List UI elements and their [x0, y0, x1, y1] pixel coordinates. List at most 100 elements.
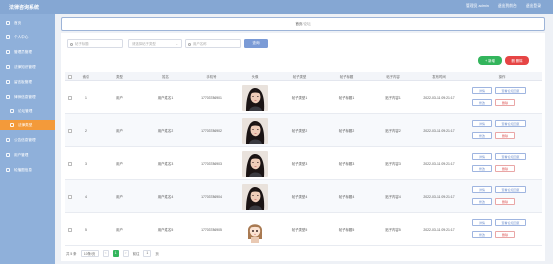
row-select-cell[interactable] [65, 114, 75, 147]
current-page[interactable]: 1 [112, 249, 119, 257]
table-row[interactable]: 5 用户 用户姓名5 17703786905 帖子类型5 帖子标题5 贴子内容5 2022-0… [65, 213, 542, 246]
row-delete-button[interactable]: 删除 [495, 132, 515, 139]
avatar-cell [234, 180, 276, 213]
table-header: 索引 类型 姓名 手机号 头像 帖子类型 帖子标题 帖子内容 发布时间 操作 [65, 72, 542, 81]
edit-button[interactable]: 修改 [472, 165, 492, 172]
button-label: 修改 [478, 232, 485, 237]
view-replies-button[interactable]: 查看论坛回复 [495, 120, 526, 127]
row-select-cell[interactable] [65, 180, 75, 213]
page-size-select[interactable]: 10条/页 [80, 249, 99, 257]
sidebar-item-1[interactable]: 首页 [0, 18, 55, 28]
row-type: 用户 [116, 96, 123, 100]
post-type-select[interactable]: 请选择帖子类型 ⌄ [128, 39, 182, 48]
row-name: 用户姓名5 [157, 228, 174, 232]
prev-page-button[interactable]: < [102, 249, 109, 257]
add-button[interactable]: + 新增 [478, 56, 502, 65]
breadcrumb-current: 论坛 [303, 21, 311, 26]
row-name: 用户姓名2 [157, 129, 174, 133]
view-replies-button[interactable]: 查看论坛回复 [495, 153, 526, 160]
select-all-checkbox[interactable] [68, 74, 72, 79]
row-time: 2022-03-11 09:21:17 [423, 128, 455, 133]
sidebar-item-2[interactable]: 个人中心 [0, 32, 55, 42]
sidebar-item-3[interactable]: 管理员管理 [0, 47, 55, 57]
sidebar-item-7[interactable]: 论坛管理 [0, 106, 55, 116]
column-header: 手机号 [206, 75, 217, 79]
chevron-down-icon: ⌄ [175, 42, 178, 46]
row-post-title: 帖子标题3 [338, 162, 355, 166]
avatar [242, 84, 268, 111]
row-phone: 17703786903 [201, 161, 222, 166]
title-placeholder: 帖子标题 [75, 42, 89, 46]
detail-button[interactable]: 详情 [472, 87, 492, 94]
row-actions: 详情 查看论坛回复修改 删除 [472, 213, 532, 246]
view-replies-button[interactable]: 查看论坛回复 [495, 87, 526, 94]
row-select-cell[interactable] [65, 213, 75, 246]
detail-button[interactable]: 详情 [472, 219, 492, 226]
button-label: 修改 [478, 199, 485, 204]
forum-icon [10, 109, 14, 113]
sidebar-item-6[interactable]: 律师信息管理 [0, 92, 55, 102]
sidebar-item-10[interactable]: 用户管理 [0, 150, 55, 160]
button-label: 详情 [478, 187, 485, 192]
row-index: 4 [85, 194, 87, 199]
sidebar-item-11[interactable]: 轮播图信息 [0, 165, 55, 175]
table-row[interactable]: 2 用户 用户姓名2 17703786902 帖子类型2 帖子标题2 贴子内容2 2022-0… [65, 114, 542, 147]
row-delete-button[interactable]: 删除 [495, 231, 515, 238]
row-content: 贴子内容5 [385, 228, 401, 232]
row-select-cell[interactable] [65, 81, 75, 114]
edit-button[interactable]: 修改 [472, 198, 492, 205]
row-delete-button[interactable]: 删除 [495, 99, 515, 106]
detail-button[interactable]: 详情 [472, 153, 492, 160]
sidebar-item-label: 留言板管理 [14, 79, 32, 84]
title-search-input[interactable]: 帖子标题 [67, 39, 123, 48]
breadcrumb-home[interactable]: 首页 [295, 22, 302, 27]
row-checkbox[interactable] [68, 227, 72, 232]
goto-page-input[interactable]: 1 [143, 249, 152, 257]
table-row[interactable]: 4 用户 用户姓名4 17703786904 帖子类型4 帖子标题4 贴子内容4 2022-0… [65, 180, 542, 213]
book-icon [6, 65, 10, 69]
row-select-cell[interactable] [65, 147, 75, 180]
avatar-cell [234, 114, 276, 147]
row-delete-button[interactable]: 删除 [495, 198, 515, 205]
sidebar-item-5[interactable]: 留言板管理 [0, 77, 55, 87]
sidebar-item-8[interactable]: 法律类型 [0, 120, 55, 130]
row-type: 用户 [116, 129, 123, 133]
logout-link[interactable]: 退出登录 [526, 4, 541, 9]
table-row[interactable]: 3 用户 用户姓名3 17703786903 帖子类型3 帖子标题3 贴子内容3 2022-0… [65, 147, 542, 180]
select-all-header[interactable] [65, 72, 75, 81]
edit-button[interactable]: 修改 [472, 132, 492, 139]
row-checkbox[interactable] [68, 194, 72, 199]
button-label: 查看论坛回复 [501, 88, 520, 93]
button-label: 删除 [501, 100, 508, 105]
row-checkbox[interactable] [68, 161, 72, 166]
sidebar-item-4[interactable]: 法律知识管理 [0, 62, 55, 72]
row-index: 3 [85, 161, 87, 166]
search-icon [188, 42, 191, 46]
table-row[interactable]: 1 用户 用户姓名1 17703786901 帖子类型1 帖子标题1 贴子内容1 2022-0… [65, 81, 542, 114]
page-unit: 页 [155, 251, 159, 256]
delete-button[interactable]: 删 删除 [505, 56, 529, 65]
avatar-cell [234, 213, 276, 246]
username-search-input[interactable]: 用户名称 [185, 39, 241, 48]
edit-button[interactable]: 修改 [472, 231, 492, 238]
avatar-cell [234, 81, 276, 114]
query-button[interactable]: 查询 [244, 39, 268, 48]
sidebar-item-label: 律师信息管理 [14, 94, 36, 99]
view-replies-button[interactable]: 查看论坛回复 [495, 186, 526, 193]
edit-button[interactable]: 修改 [472, 99, 492, 106]
front-link[interactable]: 退出到前台 [498, 4, 517, 9]
row-delete-button[interactable]: 删除 [495, 165, 515, 172]
row-time: 2022-03-11 09:21:17 [423, 227, 455, 232]
detail-button[interactable]: 详情 [472, 120, 492, 127]
row-name: 用户姓名1 [157, 96, 174, 100]
detail-button[interactable]: 详情 [472, 186, 492, 193]
row-actions: 详情 查看论坛回复修改 删除 [472, 180, 532, 213]
row-checkbox[interactable] [68, 95, 72, 100]
username-placeholder: 用户名称 [193, 42, 207, 46]
sidebar-item-9[interactable]: 公告信息管理 [0, 135, 55, 145]
next-page-button[interactable]: > [122, 249, 129, 257]
button-label: 详情 [478, 121, 485, 126]
row-checkbox[interactable] [68, 128, 72, 133]
button-label: 查看论坛回复 [501, 220, 520, 225]
view-replies-button[interactable]: 查看论坛回复 [495, 219, 526, 226]
